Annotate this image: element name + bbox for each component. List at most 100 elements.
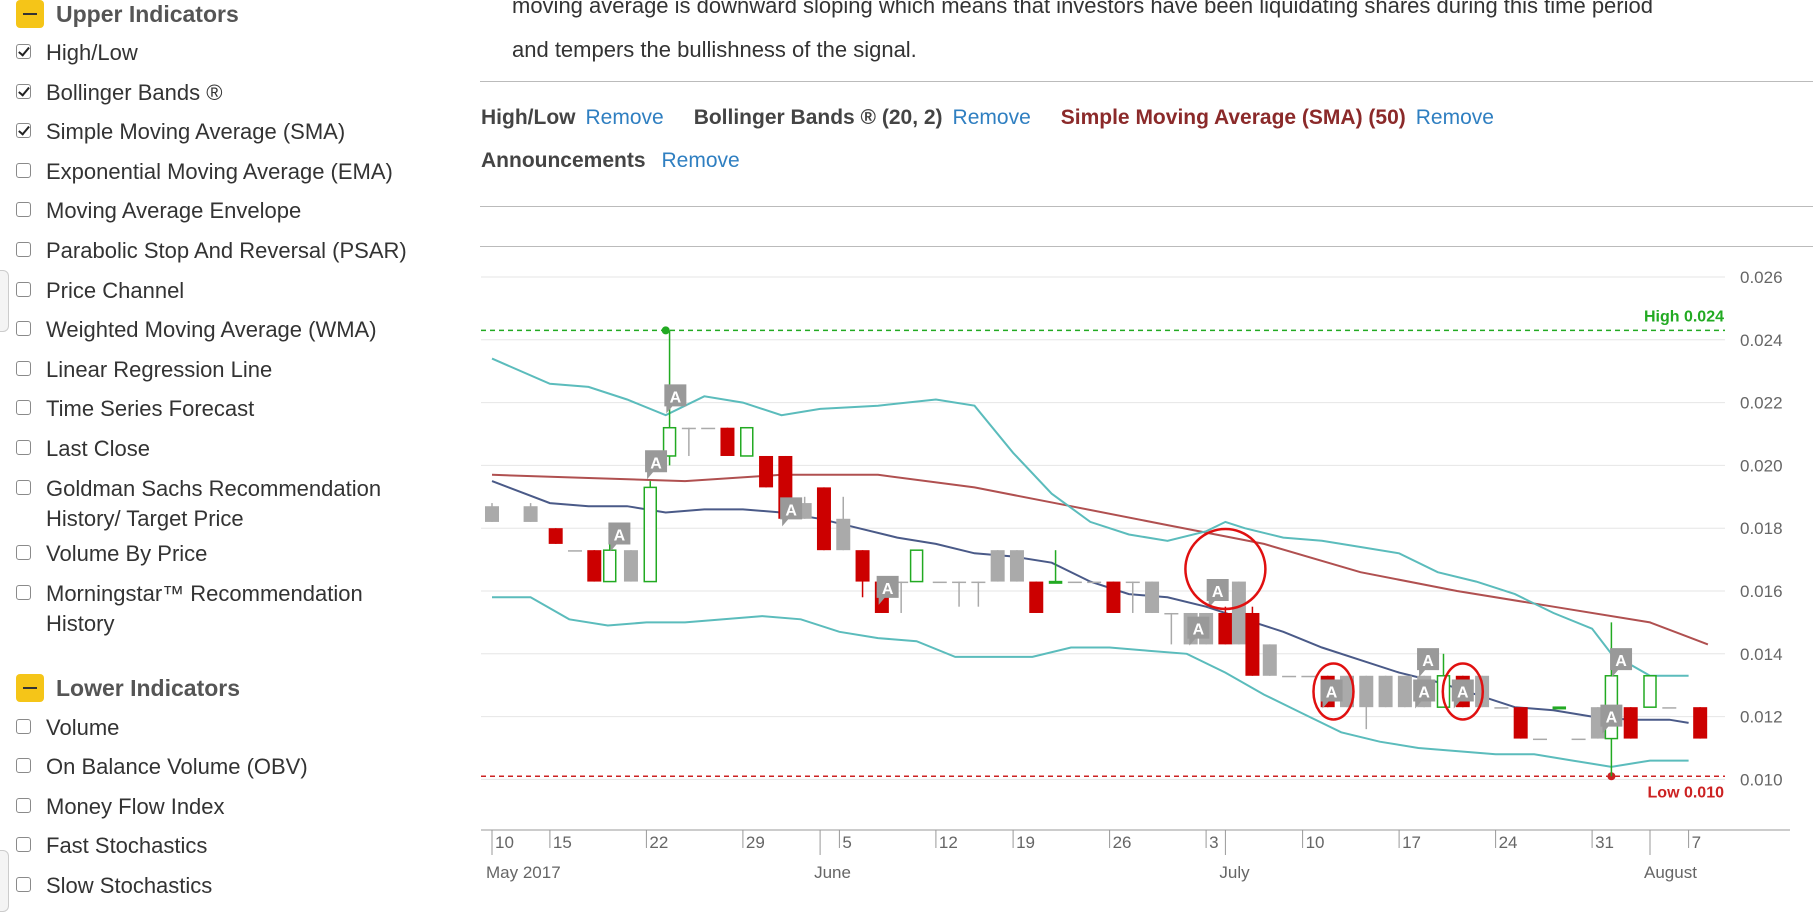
candle-body	[1164, 612, 1179, 615]
x-tick-label: 17	[1402, 833, 1421, 852]
y-tick-label: 0.024	[1740, 331, 1783, 350]
month-label: June	[814, 863, 851, 882]
candle-body	[701, 427, 716, 430]
x-tick-label: 29	[746, 833, 765, 852]
candle-body	[759, 455, 774, 488]
candle-body	[990, 550, 1005, 582]
announcement-marker-label: A	[882, 581, 894, 598]
month-label: July	[1219, 863, 1250, 882]
candle-body	[548, 528, 563, 544]
announcement-marker[interactable]: A	[780, 497, 803, 527]
candle-body	[1029, 581, 1044, 613]
candle-body	[855, 550, 870, 582]
announcement-marker-label: A	[1457, 684, 1469, 701]
candle-body	[1282, 675, 1297, 678]
candle-body	[643, 486, 658, 583]
y-tick-label: 0.010	[1740, 770, 1783, 789]
candle-body	[836, 518, 851, 551]
candle-body	[971, 581, 986, 584]
candle-body	[1359, 675, 1374, 708]
announcement-marker-label: A	[1606, 710, 1618, 727]
candle-body	[1245, 612, 1260, 676]
candle-body	[587, 550, 602, 582]
announcement-marker-label: A	[1193, 622, 1205, 639]
month-label: August	[1644, 863, 1697, 882]
announcement-marker-label: A	[1418, 684, 1430, 701]
candle-body	[681, 427, 696, 430]
candle-body	[1532, 738, 1547, 741]
candle-body	[1643, 675, 1657, 708]
x-tick-label: 5	[842, 833, 851, 852]
candle-body	[952, 581, 967, 584]
candle-body	[1693, 707, 1708, 739]
announcement-marker[interactable]: A	[1206, 579, 1229, 608]
x-tick-label: 24	[1499, 833, 1518, 852]
x-tick-label: 15	[553, 833, 572, 852]
announcement-marker-label: A	[650, 455, 662, 472]
x-tick-label: 26	[1113, 833, 1132, 852]
x-tick-label: 31	[1595, 833, 1614, 852]
month-label: May 2017	[486, 863, 561, 882]
candle-body	[1301, 675, 1316, 678]
candle-body	[1623, 707, 1638, 739]
y-tick-label: 0.012	[1740, 708, 1783, 727]
x-tick-label: 22	[649, 833, 668, 852]
candle-body	[1009, 550, 1024, 582]
y-tick-label: 0.022	[1740, 394, 1783, 413]
announcement-marker-label: A	[614, 527, 626, 544]
y-tick-label: 0.016	[1740, 582, 1783, 601]
y-tick-label: 0.020	[1740, 456, 1783, 475]
x-tick-label: 10	[1306, 833, 1325, 852]
announcement-marker-label: A	[670, 389, 682, 406]
candle-body	[909, 549, 924, 583]
announcement-marker[interactable]: A	[1610, 648, 1633, 678]
announcement-marker[interactable]: A	[664, 384, 687, 414]
x-tick-label: 7	[1692, 833, 1701, 852]
low-label: Low 0.010	[1648, 784, 1725, 801]
candle-body	[932, 581, 947, 584]
candle-body	[1262, 644, 1277, 676]
high-marker	[661, 326, 670, 335]
announcement-marker-label: A	[785, 502, 797, 519]
indicator-series-line	[492, 596, 1689, 768]
announcement-marker-label: A	[1422, 653, 1434, 670]
y-tick-label: 0.014	[1740, 645, 1783, 664]
candle-body	[1378, 675, 1393, 708]
announcement-marker[interactable]: A	[645, 450, 668, 480]
announcement-marker[interactable]: A	[1417, 648, 1440, 678]
candle-body	[1494, 707, 1509, 709]
candle-body	[720, 427, 735, 456]
candle-body	[523, 506, 538, 522]
x-tick-label: 19	[1016, 833, 1035, 852]
indicator-series-line	[491, 480, 1689, 724]
candle-body	[740, 426, 754, 457]
announcement-marker[interactable]: A	[608, 522, 631, 552]
candle-body	[1145, 581, 1160, 613]
candle-body	[623, 550, 638, 582]
candle-body	[1397, 675, 1412, 708]
candle-body	[1218, 612, 1233, 645]
candle-body	[1552, 706, 1567, 710]
announcement-marker-label: A	[1326, 684, 1338, 701]
candle-body	[1087, 581, 1102, 584]
candle-body	[816, 487, 831, 551]
candle-body	[485, 506, 499, 522]
y-tick-label: 0.018	[1740, 519, 1783, 538]
candle-body	[1571, 738, 1586, 741]
x-tick-label: 3	[1209, 833, 1218, 852]
candle-body	[1048, 580, 1063, 584]
candle-body	[1125, 581, 1140, 584]
announcement-marker-label: A	[1212, 584, 1224, 601]
candle-body	[1106, 581, 1121, 613]
candle-body	[602, 549, 617, 583]
candle-body	[567, 550, 582, 552]
indicator-series-line	[491, 473, 1709, 646]
candle-body	[1513, 707, 1528, 739]
x-tick-label: 12	[939, 833, 958, 852]
high-label: High 0.024	[1644, 308, 1724, 325]
price-chart[interactable]: 0.026 0.024 0.022 0.020 0.018 0.016 0.014 0.012…	[0, 0, 1813, 906]
y-tick-label: 0.026	[1740, 268, 1783, 287]
candle-body	[1067, 581, 1082, 584]
x-tick-label: 10	[495, 833, 514, 852]
candle-body	[1231, 581, 1246, 645]
